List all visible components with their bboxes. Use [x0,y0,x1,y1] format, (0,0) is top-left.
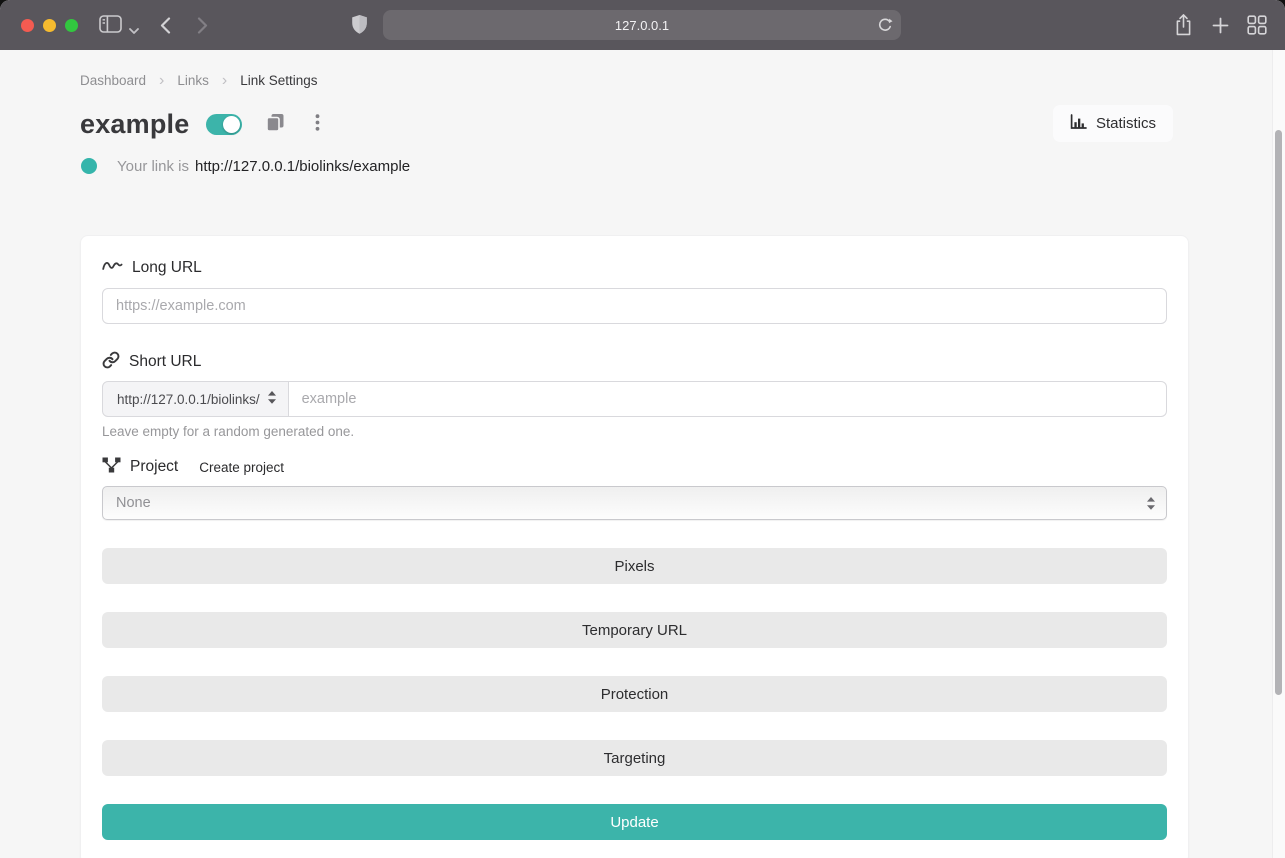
tab-overview-button[interactable] [1247,15,1267,38]
short-url-group: http://127.0.0.1/biolinks/ [102,381,1167,417]
short-url-helper-text: Leave empty for a random generated one. [102,424,355,439]
short-url-label-text: Short URL [129,353,202,370]
project-label: Project [102,456,178,478]
temporary-url-section-button[interactable]: Temporary URL [102,612,1167,648]
browser-window: Dashboard › Links › Link Settings exampl… [0,0,1285,858]
chevron-right-icon [197,17,208,37]
back-button[interactable] [160,17,171,37]
forward-button[interactable] [197,17,208,37]
link-enabled-toggle[interactable] [206,113,243,135]
long-url-input[interactable] [102,288,1167,324]
new-tab-button[interactable] [1212,17,1229,37]
project-label-text: Project [130,458,179,475]
link-settings-card: Long URL Short URL http://127.0.0.1/biol… [80,235,1189,858]
privacy-report-button[interactable] [351,14,368,38]
scrollbar-thumb[interactable] [1275,130,1282,695]
your-link-prefix: Your link is [117,157,189,175]
node-diagram-icon [102,457,121,478]
close-window-button[interactable] [21,19,34,32]
breadcrumb-separator-icon: › [221,71,228,89]
url-input[interactable] [383,10,901,40]
pixels-section-button[interactable]: Pixels [102,548,1167,584]
long-url-label: Long URL [102,257,1167,279]
breadcrumb: Dashboard › Links › Link Settings [80,50,1189,89]
your-link-url[interactable]: http://127.0.0.1/biolinks/example [195,158,410,175]
toggle-knob [223,115,241,133]
title-row: example [80,105,1189,143]
breadcrumb-item-links[interactable]: Links [177,72,209,89]
sidebar-icon [99,15,122,36]
breadcrumb-item-link-settings: Link Settings [240,73,318,88]
browser-toolbar [0,0,1285,50]
breadcrumb-separator-icon: › [159,71,165,89]
link-options-menu-button[interactable] [315,114,320,134]
sidebar-menu-chevron-button[interactable] [129,22,139,37]
page-content: Dashboard › Links › Link Settings exampl… [0,50,1285,858]
sidebar-toggle-button[interactable] [99,15,122,36]
kebab-menu-icon [315,114,320,134]
your-link-row: Your link is http://127.0.0.1/biolinks/e… [80,157,1189,175]
page-title: example [80,108,190,139]
plus-icon [1212,17,1229,37]
chevron-down-icon [129,22,139,37]
short-url-input[interactable] [288,381,1167,417]
create-project-link[interactable]: Create project [199,460,284,475]
sort-arrows-icon [267,391,276,407]
sort-arrows-icon [1147,497,1155,514]
project-select-value: None [116,495,151,511]
reload-icon [877,17,893,36]
chain-link-icon [102,351,120,374]
copy-link-button[interactable] [266,113,285,135]
statistics-label: Statistics [1095,115,1156,132]
statistics-button[interactable]: Statistics [1052,105,1173,142]
project-label-row: Project Create project [102,456,1167,478]
project-select[interactable]: None [102,486,1167,520]
address-bar [383,10,901,40]
reload-button[interactable] [877,17,893,36]
short-url-domain-value: http://127.0.0.1/biolinks/ [117,391,260,407]
share-icon [1174,13,1193,40]
zoom-window-button[interactable] [65,19,78,32]
shield-icon [351,14,368,38]
grid-icon [1247,15,1267,38]
chevron-left-icon [160,17,171,37]
window-controls [21,19,78,32]
copy-icon [266,113,285,135]
long-url-label-text: Long URL [132,259,202,276]
squiggle-icon [102,258,123,278]
bar-chart-icon [1070,113,1087,134]
minimize-window-button[interactable] [43,19,56,32]
protection-section-button[interactable]: Protection [102,676,1167,712]
targeting-section-button[interactable]: Targeting [102,740,1167,776]
short-url-domain-select[interactable]: http://127.0.0.1/biolinks/ [102,381,289,417]
update-button[interactable]: Update [102,804,1167,840]
share-button[interactable] [1174,13,1193,40]
status-dot [81,158,97,174]
scrollbar-track[interactable] [1272,50,1285,858]
short-url-label: Short URL [102,351,1167,373]
breadcrumb-item-dashboard[interactable]: Dashboard [80,72,146,89]
